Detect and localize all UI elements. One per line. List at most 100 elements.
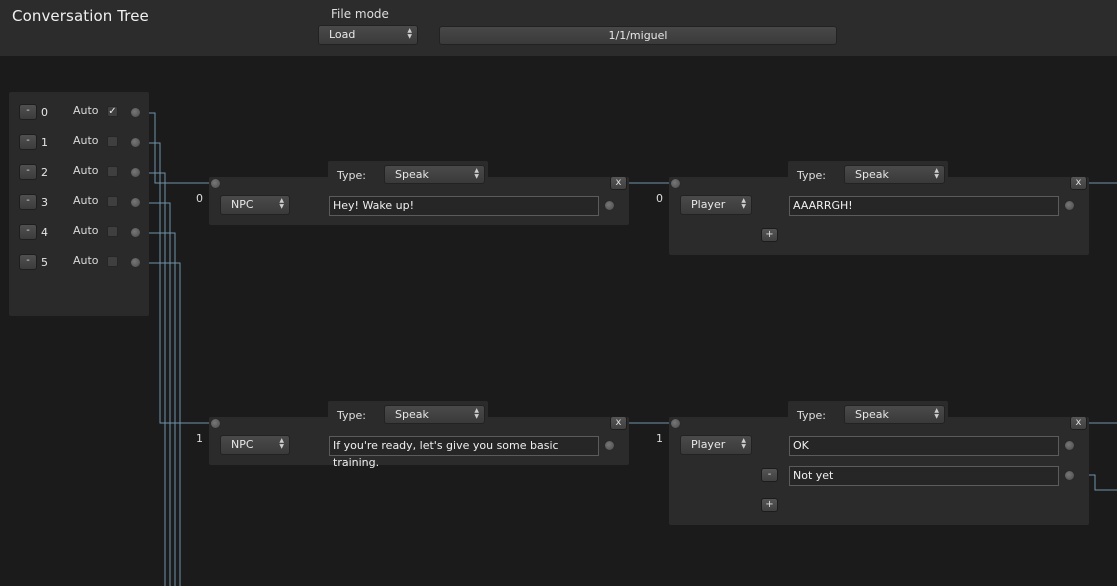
auto-label: Auto [73, 134, 99, 147]
speaker-dropdown[interactable]: Player ▲ ▼ [680, 435, 752, 455]
auto-label: Auto [73, 164, 99, 177]
port-circle-icon[interactable] [130, 107, 141, 118]
close-node-button[interactable]: x [610, 416, 627, 430]
entry-index: 2 [41, 166, 48, 179]
entry-row: - 3 Auto [9, 194, 149, 214]
auto-checkbox[interactable] [107, 196, 118, 207]
auto-checkbox[interactable]: ✓ [107, 106, 118, 117]
entry-index: 4 [41, 226, 48, 239]
auto-checkbox[interactable] [107, 256, 118, 267]
port-circle-icon[interactable] [1064, 470, 1075, 481]
auto-checkbox[interactable] [107, 136, 118, 147]
remove-entry-button[interactable]: - [19, 224, 37, 240]
port-circle-icon[interactable] [210, 418, 221, 429]
node-index: 0 [656, 192, 663, 205]
remove-entry-button[interactable]: - [19, 104, 37, 120]
type-value: Speak [395, 168, 429, 181]
speaker-value: Player [691, 198, 726, 211]
port-circle-icon[interactable] [130, 197, 141, 208]
speaker-dropdown[interactable]: Player ▲ ▼ [680, 195, 752, 215]
remove-entry-button[interactable]: - [19, 194, 37, 210]
port-circle-icon[interactable] [130, 167, 141, 178]
remove-entry-button[interactable]: - [19, 164, 37, 180]
speaker-dropdown[interactable]: NPC ▲ ▼ [220, 435, 290, 455]
updown-arrows-icon: ▲ ▼ [279, 197, 284, 210]
port-circle-icon[interactable] [604, 440, 615, 451]
file-mode-value: Load [329, 28, 356, 41]
port-circle-icon[interactable] [210, 178, 221, 189]
auto-label: Auto [73, 254, 99, 267]
entry-row: - 1 Auto [9, 134, 149, 154]
entry-index: 3 [41, 196, 48, 209]
file-mode-label: File mode [331, 7, 389, 21]
dialogue-text-field[interactable]: If you're ready, let's give you some bas… [329, 436, 599, 469]
type-value: Speak [855, 408, 889, 421]
entry-row: - 0 Auto ✓ [9, 104, 149, 124]
port-circle-icon[interactable] [130, 257, 141, 268]
type-value: Speak [395, 408, 429, 421]
entry-row: - 5 Auto [9, 254, 149, 274]
entry-row: - 4 Auto [9, 224, 149, 244]
type-label: Type: [797, 169, 826, 182]
dialogue-text-line: training. [333, 456, 380, 469]
response-text-field[interactable]: AAARRGH! [789, 196, 1059, 216]
port-circle-icon[interactable] [130, 227, 141, 238]
auto-label: Auto [73, 104, 99, 117]
type-value: Speak [855, 168, 889, 181]
type-label: Type: [337, 169, 366, 182]
close-node-button[interactable]: x [610, 176, 627, 190]
speaker-value: NPC [231, 198, 254, 211]
entry-index: 0 [41, 106, 48, 119]
close-node-button[interactable]: x [1070, 416, 1087, 430]
node-index: 1 [196, 432, 203, 445]
dialogue-text-field[interactable]: Hey! Wake up! [329, 196, 599, 216]
checkmark-icon: ✓ [108, 106, 117, 117]
app-title: Conversation Tree [12, 7, 149, 25]
speaker-value: NPC [231, 438, 254, 451]
port-circle-icon[interactable] [130, 137, 141, 148]
node-index: 1 [656, 432, 663, 445]
close-node-button[interactable]: x [1070, 176, 1087, 190]
type-label: Type: [797, 409, 826, 422]
player-node [669, 177, 1089, 255]
updown-arrows-icon: ▲ ▼ [474, 167, 479, 180]
entry-index: 1 [41, 136, 48, 149]
port-circle-icon[interactable] [604, 200, 615, 211]
remove-response-button[interactable]: - [761, 468, 778, 482]
speaker-value: Player [691, 438, 726, 451]
type-label: Type: [337, 409, 366, 422]
type-dropdown[interactable]: Speak ▲ ▼ [384, 165, 485, 184]
port-circle-icon[interactable] [1064, 440, 1075, 451]
updown-arrows-icon: ▲ ▼ [407, 27, 412, 40]
auto-label: Auto [73, 224, 99, 237]
entry-points-panel: - 0 Auto ✓ - 1 Auto - 2 Auto - 3 Auto - … [9, 92, 149, 316]
auto-checkbox[interactable] [107, 166, 118, 177]
auto-checkbox[interactable] [107, 226, 118, 237]
type-dropdown[interactable]: Speak ▲ ▼ [844, 165, 945, 184]
file-mode-dropdown[interactable]: Load ▲ ▼ [318, 25, 418, 45]
speaker-dropdown[interactable]: NPC ▲ ▼ [220, 195, 290, 215]
port-circle-icon[interactable] [670, 418, 681, 429]
dialogue-text-line: If you're ready, let's give you some bas… [333, 439, 559, 452]
file-path-field[interactable]: 1/1/miguel [439, 26, 837, 45]
port-circle-icon[interactable] [670, 178, 681, 189]
updown-arrows-icon: ▲ ▼ [934, 167, 939, 180]
port-circle-icon[interactable] [1064, 200, 1075, 211]
type-dropdown[interactable]: Speak ▲ ▼ [384, 405, 485, 424]
updown-arrows-icon: ▲ ▼ [474, 407, 479, 420]
auto-label: Auto [73, 194, 99, 207]
updown-arrows-icon: ▲ ▼ [741, 197, 746, 210]
updown-arrows-icon: ▲ ▼ [279, 437, 284, 450]
updown-arrows-icon: ▲ ▼ [741, 437, 746, 450]
entry-index: 5 [41, 256, 48, 269]
response-text-field[interactable]: Not yet [789, 466, 1059, 486]
remove-entry-button[interactable]: - [19, 254, 37, 270]
add-response-button[interactable]: + [761, 498, 778, 512]
remove-entry-button[interactable]: - [19, 134, 37, 150]
response-text-field[interactable]: OK [789, 436, 1059, 456]
type-dropdown[interactable]: Speak ▲ ▼ [844, 405, 945, 424]
add-response-button[interactable]: + [761, 228, 778, 242]
entry-row: - 2 Auto [9, 164, 149, 184]
updown-arrows-icon: ▲ ▼ [934, 407, 939, 420]
node-index: 0 [196, 192, 203, 205]
